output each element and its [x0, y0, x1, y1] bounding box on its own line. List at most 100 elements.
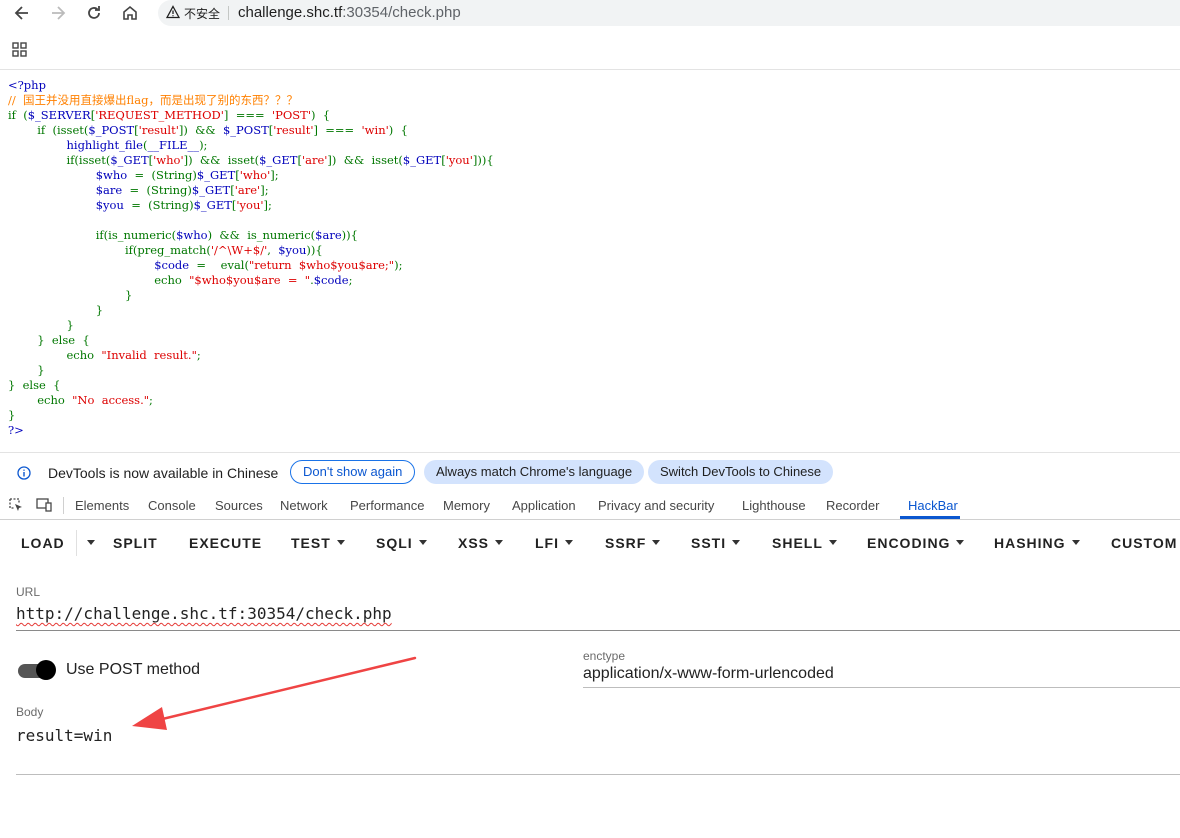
php-source-code: <?php// 国王并没用直接爆出flag，而是出现了别的东西？？？ if ($_…	[8, 78, 494, 438]
switch-devtools-chinese-button[interactable]: Switch DevTools to Chinese	[648, 460, 834, 484]
load-dropdown-button[interactable]	[81, 535, 95, 551]
code-token: );	[199, 138, 208, 152]
tab-hackbar[interactable]: HackBar	[908, 498, 958, 513]
code-token: = (String)	[131, 198, 194, 212]
split-button[interactable]: SPLIT	[113, 535, 158, 551]
caret-down-icon	[652, 539, 661, 545]
apps-grid-icon[interactable]	[12, 42, 28, 58]
address-url[interactable]: challenge.shc.tf:30354/check.php	[238, 4, 461, 21]
code-token: } else {	[8, 333, 90, 347]
code-token: ]) &&	[178, 123, 223, 137]
tab-application[interactable]: Application	[512, 498, 576, 513]
always-match-language-button[interactable]: Always match Chrome's language	[424, 460, 645, 484]
code-token: $code	[8, 258, 197, 272]
code-token: ?>	[8, 423, 24, 437]
code-token: echo	[8, 348, 102, 362]
device-toolbar-icon[interactable]	[36, 497, 52, 513]
code-line: highlight_file(__FILE__);	[8, 138, 494, 153]
code-token: echo	[8, 273, 190, 287]
url-field-label: URL	[16, 585, 41, 599]
address-bar[interactable]: 不安全 challenge.shc.tf:30354/check.php	[158, 0, 1180, 26]
encoding-menu-button[interactable]: ENCODING	[867, 535, 965, 551]
code-token: $who	[176, 228, 208, 242]
shell-menu-button[interactable]: SHELL	[772, 535, 837, 551]
sqli-menu-button[interactable]: SQLI	[376, 535, 427, 551]
load-divider	[76, 530, 77, 556]
code-token: ) {	[310, 108, 331, 122]
forward-arrow-icon[interactable]	[48, 3, 68, 23]
code-token: $you	[8, 198, 132, 212]
enctype-select[interactable]: application/x-www-form-urlencoded	[583, 665, 1180, 688]
reload-icon[interactable]	[84, 3, 104, 23]
security-indicator[interactable]: 不安全	[184, 5, 220, 22]
encoding-menu-label: ENCODING	[867, 535, 951, 551]
tab-console[interactable]: Console	[148, 498, 196, 513]
code-token: 'win'	[361, 123, 389, 137]
code-token: )){	[306, 243, 323, 257]
code-token: $_GET	[196, 168, 236, 182]
devtools-language-infobar: DevTools is now available in Chinese Don…	[0, 452, 1180, 493]
code-token: <?php	[8, 78, 46, 92]
ssti-menu-button[interactable]: SSTI	[691, 535, 741, 551]
info-icon	[17, 466, 31, 480]
lfi-menu-button[interactable]: LFI	[535, 535, 573, 551]
code-token: $_GET	[110, 153, 149, 167]
tab-recorder[interactable]: Recorder	[826, 498, 879, 513]
code-token: }	[8, 363, 45, 377]
code-line: if(is_numeric($who) && is_numeric($are))…	[8, 228, 494, 243]
tab-memory[interactable]: Memory	[443, 498, 490, 513]
home-icon[interactable]	[120, 3, 140, 23]
xss-menu-label: XSS	[458, 535, 490, 551]
tab-elements[interactable]: Elements	[75, 498, 129, 513]
code-token: $_GET	[259, 153, 298, 167]
caret-down-icon	[418, 539, 427, 545]
code-token: highlight_file	[8, 138, 143, 152]
ssrf-menu-button[interactable]: SSRF	[605, 535, 661, 551]
back-arrow-icon[interactable]	[12, 3, 32, 23]
dont-show-again-button[interactable]: Don't show again	[290, 460, 416, 484]
code-token: ] ===	[313, 123, 362, 137]
code-line: }	[8, 408, 494, 423]
inspect-element-icon[interactable]	[8, 497, 24, 513]
caret-down-icon	[732, 539, 741, 545]
custom-menu-button[interactable]: CUSTOM	[1111, 535, 1177, 551]
url-host: challenge.shc.tf	[238, 4, 343, 21]
address-divider	[228, 6, 229, 20]
execute-button[interactable]: EXECUTE	[189, 535, 262, 551]
code-token: if(isset(	[8, 153, 111, 167]
browser-toolbar: 不安全 challenge.shc.tf:30354/check.php	[0, 0, 1180, 26]
load-button[interactable]: LOAD	[21, 535, 65, 551]
url-field-value: http://challenge.shc.tf:30354/check.php	[16, 604, 392, 623]
warning-triangle-icon	[166, 5, 180, 19]
code-token: "Invalid result."	[101, 348, 197, 362]
code-token: ];	[260, 183, 269, 197]
post-method-toggle[interactable]	[18, 660, 56, 680]
tab-sources[interactable]: Sources	[215, 498, 263, 513]
code-token: }	[8, 318, 74, 332]
code-token: ]) && isset(	[183, 153, 260, 167]
enctype-label: enctype	[583, 649, 626, 663]
tab-network[interactable]: Network	[280, 498, 328, 513]
body-field-label: Body	[16, 705, 44, 719]
code-token: ;	[348, 273, 353, 287]
tab-lighthouse[interactable]: Lighthouse	[742, 498, 806, 513]
code-line: if(isset($_GET['who']) && isset($_GET['a…	[8, 153, 493, 168]
code-token: "return $who$you$are;"	[248, 258, 395, 272]
url-field[interactable]: http://challenge.shc.tf:30354/check.php	[16, 604, 1180, 631]
code-token: $_SERVER	[27, 108, 91, 122]
code-token: $you	[278, 243, 307, 257]
hashing-menu-button[interactable]: HASHING	[994, 535, 1080, 551]
lfi-menu-label: LFI	[535, 535, 559, 551]
code-token: if(is_numeric(	[8, 228, 177, 242]
caret-down-icon	[1071, 539, 1080, 545]
code-token: 'POST'	[271, 108, 311, 122]
test-menu-button[interactable]: TEST	[291, 535, 345, 551]
caret-down-icon	[565, 539, 573, 545]
tabs-divider	[63, 497, 64, 514]
bookmarks-divider	[0, 69, 1180, 70]
tab-privacy-security[interactable]: Privacy and security	[598, 498, 714, 513]
xss-menu-button[interactable]: XSS	[458, 535, 504, 551]
tab-performance[interactable]: Performance	[350, 498, 424, 513]
code-token: __FILE__	[147, 138, 200, 152]
